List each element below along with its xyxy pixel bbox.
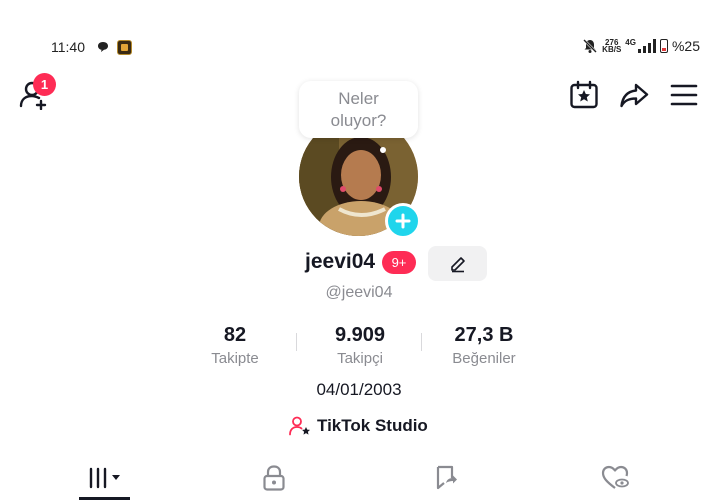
app-notification-icon [117, 40, 132, 55]
battery-icon [659, 39, 668, 53]
edit-profile-button[interactable] [428, 246, 487, 281]
profile-handle: @jeevi04 [325, 284, 393, 301]
studio-label: TikTok Studio [317, 416, 428, 435]
bell-muted-icon [583, 39, 598, 53]
tooltip-pointer [380, 147, 386, 153]
stat-following[interactable]: 82 Takipte [170, 323, 300, 369]
notification-badge: 1 [33, 73, 56, 96]
stat-label: Beğeniler [452, 350, 516, 367]
tooltip-text: Neler oluyor? [330, 88, 387, 130]
share-icon[interactable] [619, 80, 649, 110]
tab-reposts[interactable] [420, 456, 471, 500]
plus-icon [395, 213, 411, 229]
network-speed: 276 KB/S [602, 38, 622, 54]
chat-bubble-icon [98, 42, 108, 52]
status-indicators: 276 KB/S 4G %25 [582, 38, 700, 54]
stat-value: 82 [223, 324, 247, 346]
stat-value: 27,3 B [454, 324, 514, 346]
tiktok-studio-link[interactable]: TikTok Studio [289, 416, 428, 436]
status-time: 11:40 [51, 39, 85, 55]
profile-username: jeevi04 [305, 250, 376, 273]
profile-bio: 04/01/2003 [316, 380, 402, 399]
stat-label: Takipçi [337, 350, 383, 367]
stat-value: 9.909 [334, 324, 386, 346]
stat-label: Takipte [211, 350, 259, 367]
tab-liked[interactable] [589, 456, 640, 500]
repost-icon [436, 465, 457, 490]
stat-followers[interactable]: 9.909 Takipçi [295, 323, 425, 369]
status-bar: 11:40 276 KB/S 4G %25 [0, 0, 718, 94]
menu-icon[interactable] [670, 84, 698, 106]
lock-icon [262, 465, 285, 491]
pencil-icon [450, 256, 465, 272]
signal-icon [637, 39, 656, 53]
status-badge[interactable]: 9+ [382, 251, 416, 274]
studio-person-icon [289, 416, 310, 436]
liked-hidden-icon [601, 465, 629, 489]
battery-level: %25 [671, 38, 700, 54]
calendar-star-icon[interactable] [569, 80, 599, 110]
network-type: 4G [625, 38, 636, 47]
stat-likes[interactable]: 27,3 B Beğeniler [419, 323, 549, 369]
tab-private[interactable] [248, 456, 299, 500]
add-story-button[interactable] [385, 203, 421, 239]
tab-videos[interactable] [79, 456, 130, 500]
whats-happening-tooltip[interactable]: Neler oluyor? [299, 81, 418, 138]
grid-icon [89, 467, 120, 489]
